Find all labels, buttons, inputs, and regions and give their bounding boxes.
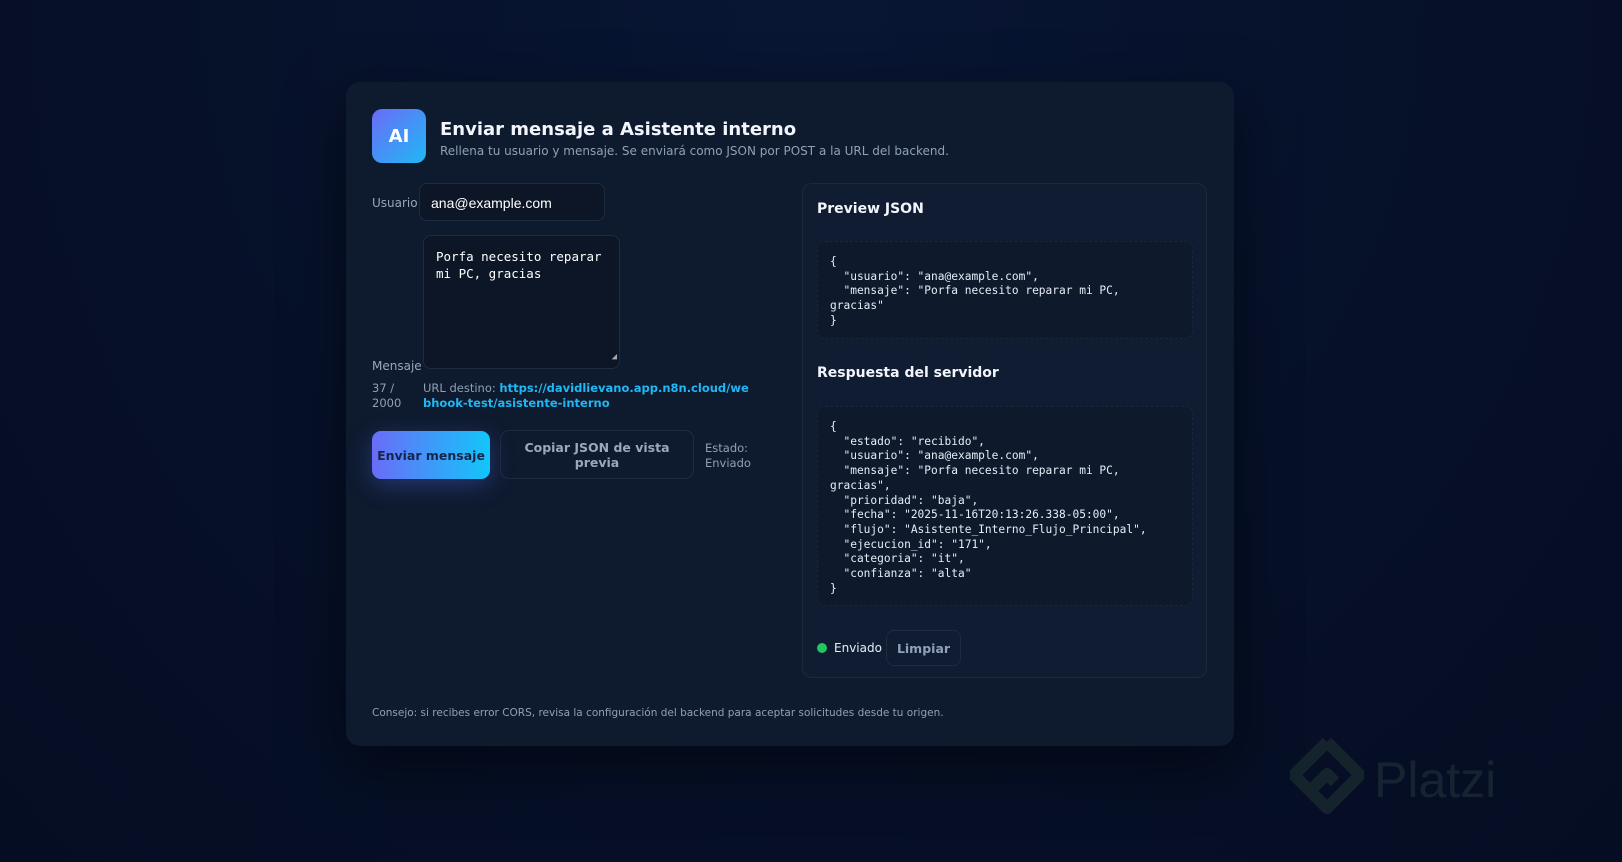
char-counter: 37 / 2000	[372, 381, 402, 410]
preview-panel: Preview JSON { "usuario": "ana@example.c…	[802, 183, 1207, 678]
mensaje-text: Porfa necesito reparar mi PC, gracias	[436, 249, 602, 281]
form-card: AI Enviar mensaje a Asistente interno Re…	[346, 82, 1234, 746]
response-title: Respuesta del servidor	[817, 365, 999, 381]
usuario-input[interactable]: ana@example.com	[419, 183, 605, 221]
resize-handle-icon[interactable]: ◢	[612, 349, 617, 366]
usuario-label: Usuario	[372, 196, 418, 210]
status-dot-icon	[817, 643, 827, 653]
cors-tip: Consejo: si recibes error CORS, revisa l…	[372, 707, 944, 719]
preview-title: Preview JSON	[817, 201, 924, 217]
mensaje-label: Mensaje	[372, 359, 422, 373]
platzi-logo-icon	[1290, 738, 1364, 814]
page-title: Enviar mensaje a Asistente interno	[440, 119, 797, 140]
ai-logo: AI	[372, 109, 426, 163]
mensaje-textarea[interactable]: Porfa necesito reparar mi PC, gracias ◢	[423, 235, 620, 369]
watermark-text: Platzi	[1374, 752, 1497, 808]
clear-button[interactable]: Limpiar	[886, 630, 961, 666]
send-button[interactable]: Enviar mensaje	[372, 431, 490, 479]
url-label: URL destino:	[423, 381, 496, 395]
response-json: { "estado": "recibido", "usuario": "ana@…	[817, 406, 1193, 606]
copy-json-button[interactable]: Copiar JSON de vista previa	[500, 430, 694, 479]
page-subtitle: Rellena tu usuario y mensaje. Se enviará…	[440, 144, 949, 158]
platzi-watermark: Platzi	[1290, 738, 1496, 822]
preview-json: { "usuario": "ana@example.com", "mensaje…	[817, 241, 1193, 339]
status-text: Enviado	[834, 641, 882, 655]
url-destino: URL destino: https://davidlievano.app.n8…	[423, 381, 753, 411]
estado-text: Estado: Enviado	[705, 441, 751, 470]
